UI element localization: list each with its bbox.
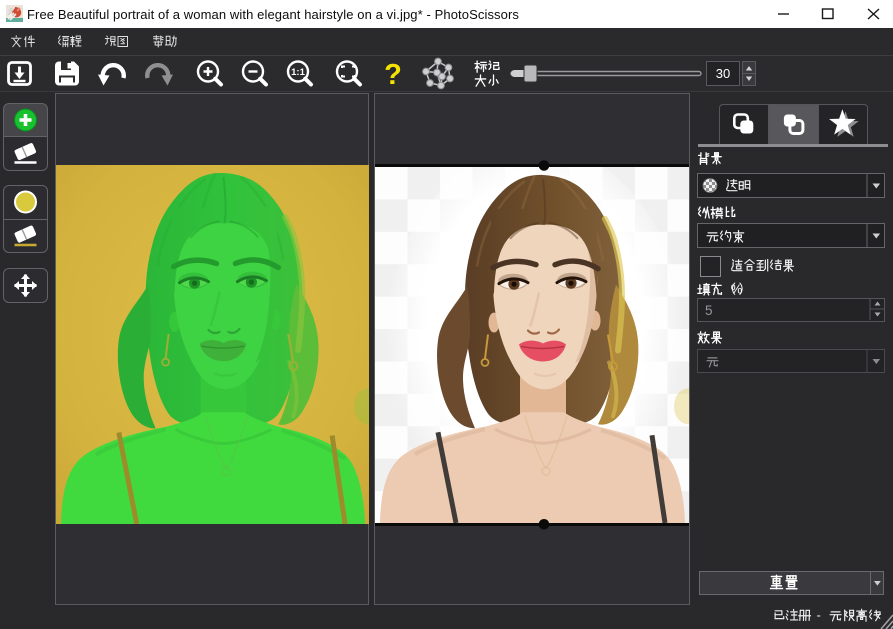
svg-text:）: ） [739,282,752,297]
svg-text:?: ? [384,59,402,91]
svg-text:-: - [817,607,821,622]
svg-text:1:1: 1:1 [291,67,305,78]
